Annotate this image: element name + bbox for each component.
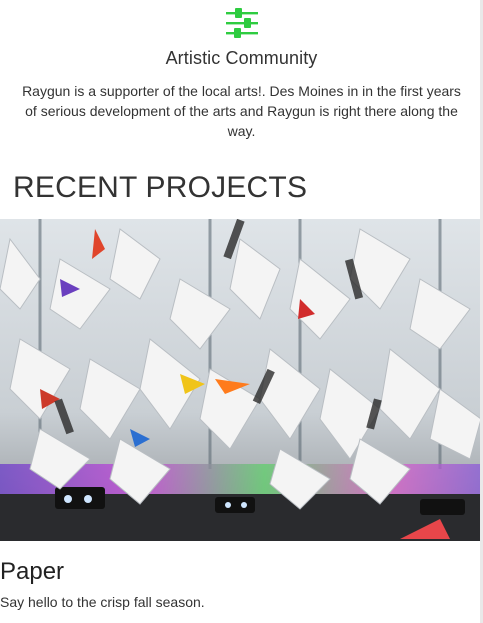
feature-title: Artistic Community [165,48,318,68]
feature-description: Raygun is a supporter of the local arts!… [22,83,461,139]
project-description: Say hello to the crisp fall season. [0,594,205,610]
feature-block: Artistic Community Raygun is a supporter… [0,0,483,141]
section-heading: RECENT PROJECTS [13,171,308,204]
project-title[interactable]: Paper [0,558,483,586]
project-image[interactable] [0,219,481,541]
sliders-icon [225,8,258,38]
